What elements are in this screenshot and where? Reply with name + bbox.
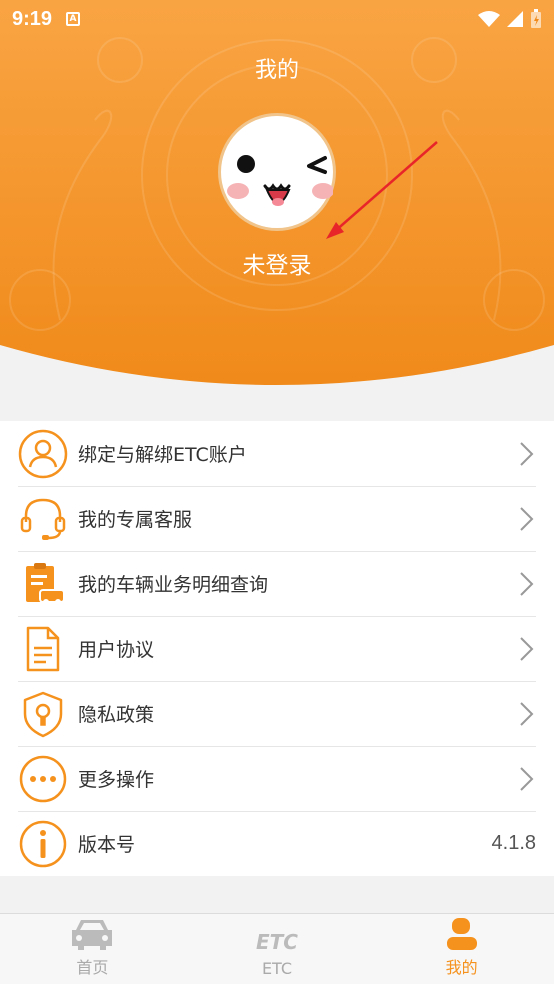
signal-icon bbox=[507, 11, 523, 27]
menu-item-privacy-policy[interactable]: 隐私政策 bbox=[0, 681, 554, 746]
menu-item-label: 隐私政策 bbox=[78, 704, 155, 726]
chevron-right-icon bbox=[520, 571, 534, 596]
more-icon bbox=[18, 754, 68, 804]
menu-item-bind-etc-account[interactable]: 绑定与解绑ETC账户 bbox=[0, 421, 554, 486]
chevron-right-icon bbox=[520, 441, 534, 466]
shield-lock-icon bbox=[18, 689, 68, 739]
chevron-right-icon bbox=[520, 766, 534, 791]
menu-item-label: 版本号 bbox=[78, 834, 136, 856]
chevron-right-icon bbox=[520, 506, 534, 531]
annotation-arrow-icon bbox=[326, 141, 438, 239]
tab-home[interactable]: 首页 bbox=[0, 914, 185, 984]
battery-icon bbox=[531, 9, 541, 28]
menu-item-version: 版本号 4.1.8 bbox=[0, 811, 554, 876]
wifi-icon bbox=[478, 11, 500, 27]
menu-item-more-actions[interactable]: 更多操作 bbox=[0, 746, 554, 811]
info-icon bbox=[18, 819, 68, 869]
etc-logo-text: ETC bbox=[256, 930, 298, 954]
version-number: 4.1.8 bbox=[491, 832, 536, 854]
menu-list: 绑定与解绑ETC账户 我的专属客服 我的车辆业务明细查询 用户协议 隐私政策 更… bbox=[0, 421, 554, 876]
headset-icon bbox=[18, 494, 68, 544]
profile-icon bbox=[446, 918, 477, 950]
menu-item-user-agreement[interactable]: 用户协议 bbox=[0, 616, 554, 681]
chevron-right-icon bbox=[520, 636, 534, 661]
tab-label: ETC bbox=[261, 959, 293, 978]
user-icon bbox=[18, 429, 68, 479]
menu-item-customer-service[interactable]: 我的专属客服 bbox=[0, 486, 554, 551]
menu-item-label: 绑定与解绑ETC账户 bbox=[78, 444, 247, 466]
menu-item-label: 我的车辆业务明细查询 bbox=[78, 574, 269, 596]
car-icon bbox=[72, 920, 113, 950]
menu-item-vehicle-records[interactable]: 我的车辆业务明细查询 bbox=[0, 551, 554, 616]
tab-mine[interactable]: 我的 bbox=[369, 914, 554, 984]
tab-etc[interactable]: ETC ETC bbox=[185, 914, 370, 984]
document-icon bbox=[18, 624, 68, 674]
menu-item-label: 用户协议 bbox=[78, 639, 155, 661]
tab-label: 我的 bbox=[445, 958, 478, 977]
tab-label: 首页 bbox=[76, 958, 109, 977]
menu-item-label: 我的专属客服 bbox=[78, 509, 193, 531]
clipboard-car-icon bbox=[18, 559, 68, 609]
notification-badge-icon: A bbox=[66, 12, 81, 26]
menu-item-label: 更多操作 bbox=[78, 769, 155, 791]
status-time: 9:19 bbox=[12, 7, 53, 30]
status-bar: 9:19 A bbox=[0, 0, 554, 38]
chevron-right-icon bbox=[520, 701, 534, 726]
etc-logo-icon: ETC bbox=[256, 930, 298, 954]
bottom-tab-bar: 首页 ETC ETC 我的 bbox=[0, 913, 554, 984]
